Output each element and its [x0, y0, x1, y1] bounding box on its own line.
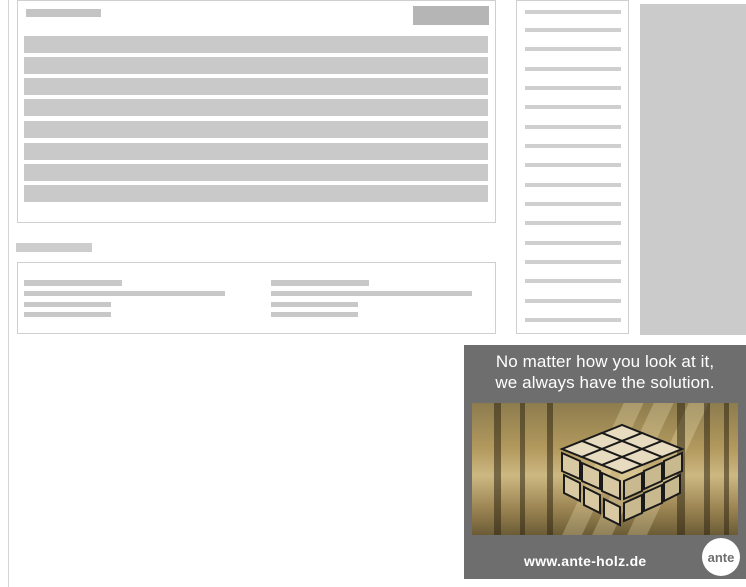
table-row — [24, 164, 488, 181]
info-col1-title — [24, 280, 122, 286]
sidebar-item[interactable] — [525, 125, 621, 129]
rubiks-cube-forest-icon — [559, 423, 685, 527]
ante-logo: ante — [702, 538, 740, 576]
info-col2-line — [271, 312, 358, 317]
sidebar-item[interactable] — [525, 241, 621, 245]
ad-url[interactable]: www.ante-holz.de — [524, 553, 647, 569]
table-row — [24, 78, 488, 95]
section-heading-placeholder — [16, 243, 92, 252]
main-panel — [17, 0, 496, 223]
ad-banner[interactable]: No matter how you look at it, we always … — [464, 345, 746, 579]
sidebar-item[interactable] — [525, 202, 621, 206]
table-row — [24, 57, 488, 74]
sidebar-list — [516, 0, 629, 334]
panel-action-button[interactable] — [413, 6, 489, 25]
sidebar-item[interactable] — [525, 299, 621, 303]
ad-headline-line2: we always have the solution. — [495, 373, 715, 392]
table-row — [24, 121, 488, 138]
info-col1-line — [24, 302, 111, 307]
sidebar-item[interactable] — [525, 105, 621, 109]
table-row — [24, 185, 488, 202]
panel-title-placeholder — [26, 9, 101, 17]
ad-headline-line1: No matter how you look at it, — [495, 352, 715, 371]
sidebar-item[interactable] — [525, 10, 621, 14]
info-col2-line — [271, 291, 472, 296]
info-col2-title — [271, 280, 369, 286]
sidebar-item[interactable] — [525, 163, 621, 167]
sidebar-item[interactable] — [525, 28, 621, 32]
table-row — [24, 143, 488, 160]
info-col1-line — [24, 312, 111, 317]
left-divider — [8, 0, 9, 587]
ad-headline: No matter how you look at it, we always … — [464, 351, 746, 393]
sidebar-item[interactable] — [525, 260, 621, 264]
sidebar-item[interactable] — [525, 144, 621, 148]
sidebar-item[interactable] — [525, 47, 621, 51]
sidebar-item[interactable] — [525, 318, 621, 322]
sidebar-item[interactable] — [525, 86, 621, 90]
table-row — [24, 99, 488, 116]
info-col2-line — [271, 302, 358, 307]
sidebar-item[interactable] — [525, 67, 621, 71]
info-col1-line — [24, 291, 225, 296]
sidebar-item[interactable] — [525, 183, 621, 187]
sidebar-item[interactable] — [525, 279, 621, 283]
sidebar-item[interactable] — [525, 221, 621, 225]
ad-slot-placeholder — [640, 4, 746, 335]
info-panel — [17, 262, 496, 334]
ad-image — [472, 403, 738, 535]
table-row — [24, 36, 488, 53]
